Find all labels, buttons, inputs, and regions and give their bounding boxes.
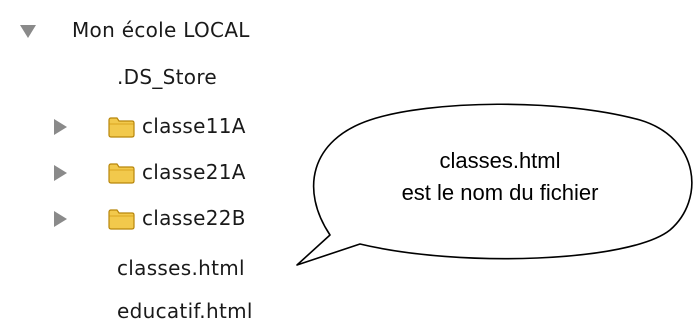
tree-item-label: classes.html xyxy=(117,256,245,280)
triangle-right-icon[interactable] xyxy=(54,211,67,227)
triangle-right-icon[interactable] xyxy=(54,165,67,181)
folder-icon xyxy=(108,117,135,138)
tree-item-label: educatif.html xyxy=(117,299,253,323)
tree-root-label: Mon école LOCAL xyxy=(72,18,250,42)
tree-item-classe22b[interactable]: classe22B xyxy=(0,202,320,236)
tree-item-classes-html[interactable]: classes.html xyxy=(117,251,245,285)
callout-line-1: classes.html xyxy=(439,148,561,173)
callout-line-2: est le nom du fichier xyxy=(401,180,599,205)
tree-item-label: classe21A xyxy=(142,160,246,184)
tree-item-label: .DS_Store xyxy=(117,65,218,89)
folder-icon xyxy=(108,163,135,184)
tree-item-classe11a[interactable]: classe11A xyxy=(0,110,320,144)
tree-item-label: classe22B xyxy=(142,206,246,230)
tree-item-educatif-html[interactable]: educatif.html xyxy=(117,294,253,328)
triangle-right-icon[interactable] xyxy=(54,119,67,135)
callout-text: classes.html est le nom du fichier xyxy=(330,145,670,209)
folder-icon xyxy=(108,209,135,230)
tree-item-classe21a[interactable]: classe21A xyxy=(0,156,320,190)
tree-item-ds-store[interactable]: .DS_Store xyxy=(117,60,217,94)
triangle-down-icon[interactable] xyxy=(20,25,36,38)
tree-item-label: classe11A xyxy=(142,114,246,138)
